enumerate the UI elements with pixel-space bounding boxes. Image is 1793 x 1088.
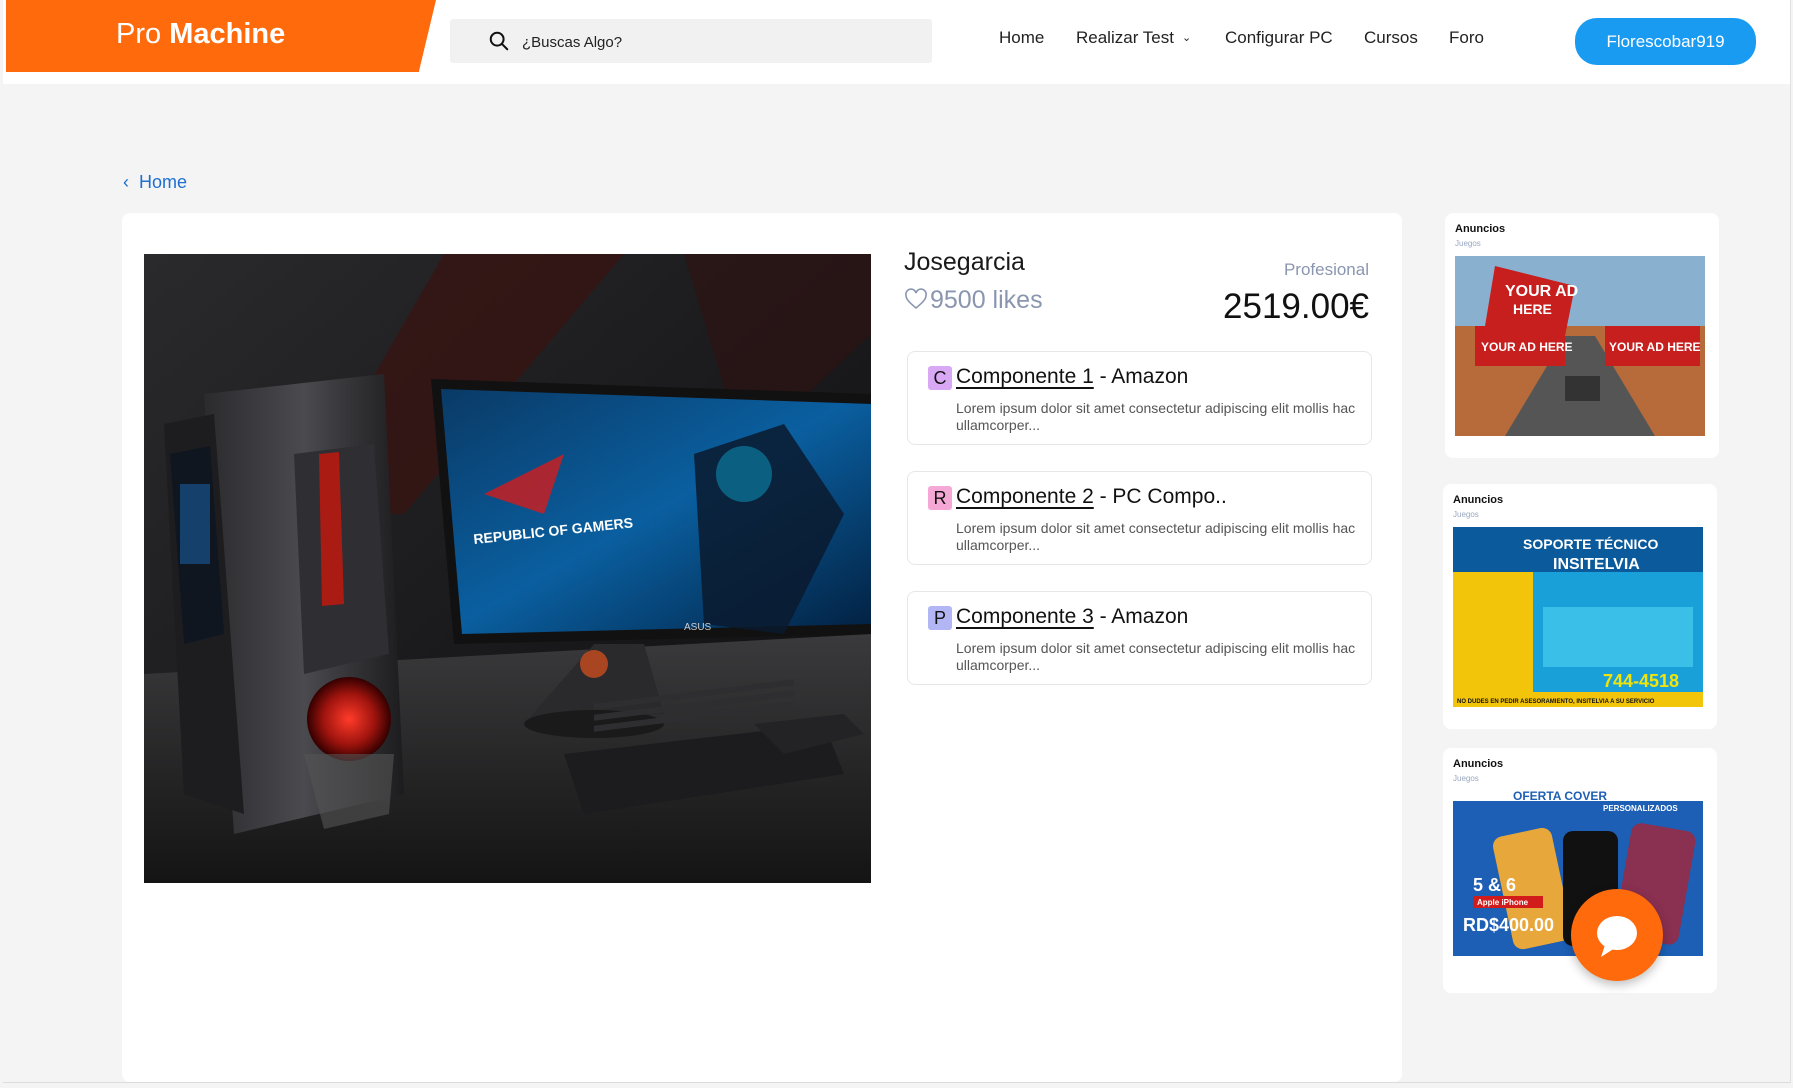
gaming-pc-illustration: REPUBLIC OF GAMERS ASUS <box>144 254 871 883</box>
component-badge: R <box>928 486 952 510</box>
ad-text: NO DUDES EN PEDIR ASESORAMIENTO, INSITEL… <box>1457 699 1655 705</box>
product-hero-image: REPUBLIC OF GAMERS ASUS <box>144 254 871 883</box>
component-store: - PC Compo.. <box>1093 485 1227 508</box>
ad-text: INSITELVIA <box>1553 556 1640 573</box>
logo[interactable]: Pro Machine <box>6 0 436 72</box>
price-label: 2519.00€ <box>1223 287 1369 326</box>
chevron-down-icon: ⌄ <box>1181 32 1192 44</box>
ad-text: SOPORTE TÉCNICO <box>1523 536 1658 552</box>
ad-title: Anuncios <box>1453 494 1504 506</box>
chat-button[interactable] <box>1571 889 1663 981</box>
nav-configurar-pc[interactable]: Configurar PC <box>1225 28 1333 48</box>
chat-bubble-icon <box>1597 916 1637 957</box>
component-link[interactable]: Componente 2 <box>956 485 1094 508</box>
component-link[interactable]: Componente 3 <box>956 605 1094 628</box>
likes-counter[interactable]: 9500 likes <box>904 286 1043 315</box>
hero-brand-logo: ASUS <box>684 622 712 633</box>
component-description: Lorem ipsum dolor sit amet consectetur a… <box>956 400 1356 433</box>
breadcrumb-home: Home <box>139 172 188 192</box>
ad-title: Anuncios <box>1455 223 1506 235</box>
search-icon[interactable] <box>488 30 510 52</box>
ad-text: 744-4518 <box>1603 671 1679 691</box>
component-link[interactable]: Componente 1 <box>956 365 1094 388</box>
component-badge: P <box>928 606 952 630</box>
nav-foro[interactable]: Foro <box>1449 28 1484 48</box>
component-title: Componente 3 - Amazon <box>956 605 1188 629</box>
ad-subtitle: Juegos <box>1453 510 1479 519</box>
ad-text: 5 & 6 <box>1473 875 1516 895</box>
ad-text: HERE <box>1513 301 1552 317</box>
nav-realizar-test[interactable]: Realizar Test ⌄ <box>1076 28 1191 48</box>
app-frame: Pro Machine Home Realizar Test ⌄ Configur… <box>3 0 1791 1083</box>
ad-text: Apple iPhone <box>1477 898 1529 907</box>
component-item[interactable]: C Componente 1 - Amazon Lorem ipsum dolo… <box>907 351 1372 445</box>
chevron-left-icon: ‹ <box>123 172 129 192</box>
search-bar <box>450 19 932 65</box>
component-title: Componente 1 - Amazon <box>956 365 1188 389</box>
product-card: REPUBLIC OF GAMERS ASUS Josegarcia 9500 … <box>122 213 1402 1082</box>
ad-text: OFERTA COVER <box>1513 791 1607 803</box>
component-store: - Amazon <box>1093 605 1189 628</box>
component-item[interactable]: P Componente 3 - Amazon Lorem ipsum dolo… <box>907 591 1372 685</box>
search-input[interactable] <box>520 19 924 65</box>
ad-text: YOUR AD HERE <box>1609 340 1701 354</box>
likes-label: 9500 likes <box>930 286 1043 314</box>
ad-text: RD$400.00 <box>1463 915 1554 935</box>
component-store: - Amazon <box>1093 365 1189 388</box>
breadcrumb[interactable]: ‹ Home <box>123 172 187 193</box>
ad-title: Anuncios <box>1453 758 1504 770</box>
ad-subtitle: Juegos <box>1453 774 1479 783</box>
ad-text: YOUR AD HERE <box>1481 340 1573 354</box>
nav-cursos[interactable]: Cursos <box>1364 28 1418 48</box>
component-description: Lorem ipsum dolor sit amet consectetur a… <box>956 640 1356 673</box>
ad-card[interactable]: Anuncios Juegos YOUR AD HERE YOUR AD HER… <box>1445 213 1719 458</box>
ad-image[interactable]: SOPORTE TÉCNICO INSITELVIA 744-4518 NO D… <box>1453 527 1703 707</box>
nav-home[interactable]: Home <box>999 28 1044 48</box>
component-title: Componente 2 - PC Compo.. <box>956 485 1227 509</box>
ad-subtitle: Juegos <box>1455 239 1481 248</box>
component-item[interactable]: R Componente 2 - PC Compo.. Lorem ipsum … <box>907 471 1372 565</box>
heart-icon[interactable] <box>904 288 928 310</box>
ad-image[interactable]: YOUR AD HERE YOUR AD HERE YOUR AD HERE <box>1455 256 1705 436</box>
component-description: Lorem ipsum dolor sit amet consectetur a… <box>956 520 1356 553</box>
nav-realizar-test-label: Realizar Test <box>1076 28 1174 47</box>
owner-name[interactable]: Josegarcia <box>904 248 1025 277</box>
user-account-button[interactable]: Florescobar919 <box>1575 18 1756 65</box>
ad-card[interactable]: Anuncios Juegos SOPORTE TÉCNICO INSITELV… <box>1443 484 1717 729</box>
ad-text: YOUR AD <box>1505 283 1578 300</box>
component-badge: C <box>928 366 952 390</box>
level-label: Profesional <box>1283 260 1369 279</box>
ad-text: PERSONALIZADOS <box>1603 804 1678 813</box>
top-bar: Pro Machine Home Realizar Test ⌄ Configur… <box>3 0 1790 84</box>
logo-text: Pro Machine <box>116 18 286 50</box>
